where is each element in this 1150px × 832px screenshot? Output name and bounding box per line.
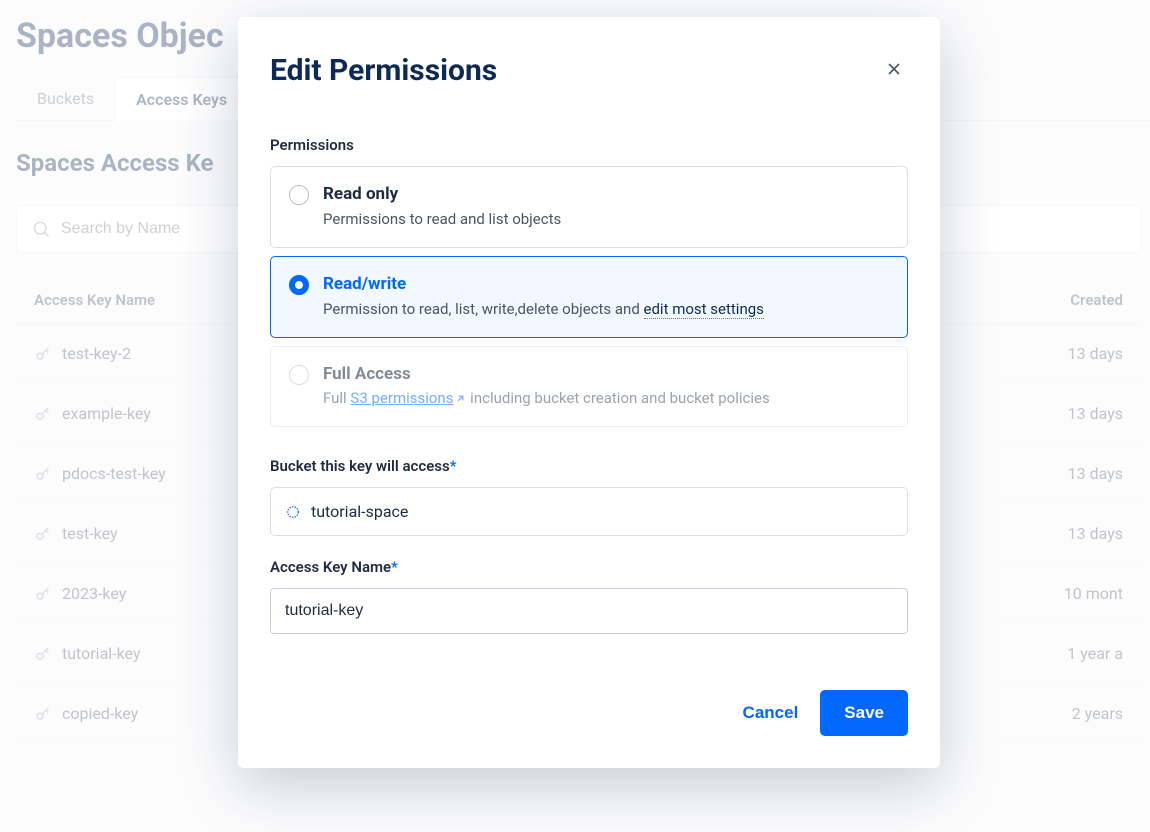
permissions-label: Permissions bbox=[270, 136, 908, 154]
radio-icon bbox=[289, 185, 309, 205]
permissions-options: Read only Permissions to read and list o… bbox=[270, 166, 908, 427]
bucket-value: tutorial-space bbox=[311, 502, 408, 521]
option-full-access: Full Access Full S3 permissions includin… bbox=[270, 346, 908, 428]
name-label: Access Key Name* bbox=[270, 558, 908, 576]
modal-title: Edit Permissions bbox=[270, 53, 497, 88]
save-button[interactable]: Save bbox=[820, 690, 908, 736]
option-desc: Permissions to read and list objects bbox=[323, 207, 561, 231]
access-key-name-input[interactable] bbox=[270, 588, 908, 634]
radio-icon bbox=[289, 275, 309, 295]
bucket-icon bbox=[285, 504, 301, 520]
radio-icon bbox=[289, 365, 309, 385]
close-icon bbox=[884, 59, 904, 79]
option-desc: Permission to read, list, write,delete o… bbox=[323, 297, 764, 321]
external-link-icon bbox=[455, 393, 466, 404]
edit-most-settings-link[interactable]: edit most settings bbox=[644, 300, 764, 319]
option-read-only[interactable]: Read only Permissions to read and list o… bbox=[270, 166, 908, 248]
bucket-label: Bucket this key will access* bbox=[270, 457, 908, 475]
bucket-select[interactable]: tutorial-space bbox=[270, 487, 908, 536]
option-read-write[interactable]: Read/write Permission to read, list, wri… bbox=[270, 256, 908, 338]
edit-permissions-modal: Edit Permissions Permissions Read only P… bbox=[238, 17, 940, 768]
option-desc: Full S3 permissions including bucket cre… bbox=[323, 386, 770, 410]
cancel-button[interactable]: Cancel bbox=[743, 703, 799, 723]
option-title: Full Access bbox=[323, 363, 770, 387]
close-button[interactable] bbox=[880, 55, 908, 86]
option-title: Read only bbox=[323, 183, 561, 207]
option-title: Read/write bbox=[323, 273, 764, 297]
s3-permissions-link[interactable]: S3 permissions bbox=[350, 389, 466, 407]
